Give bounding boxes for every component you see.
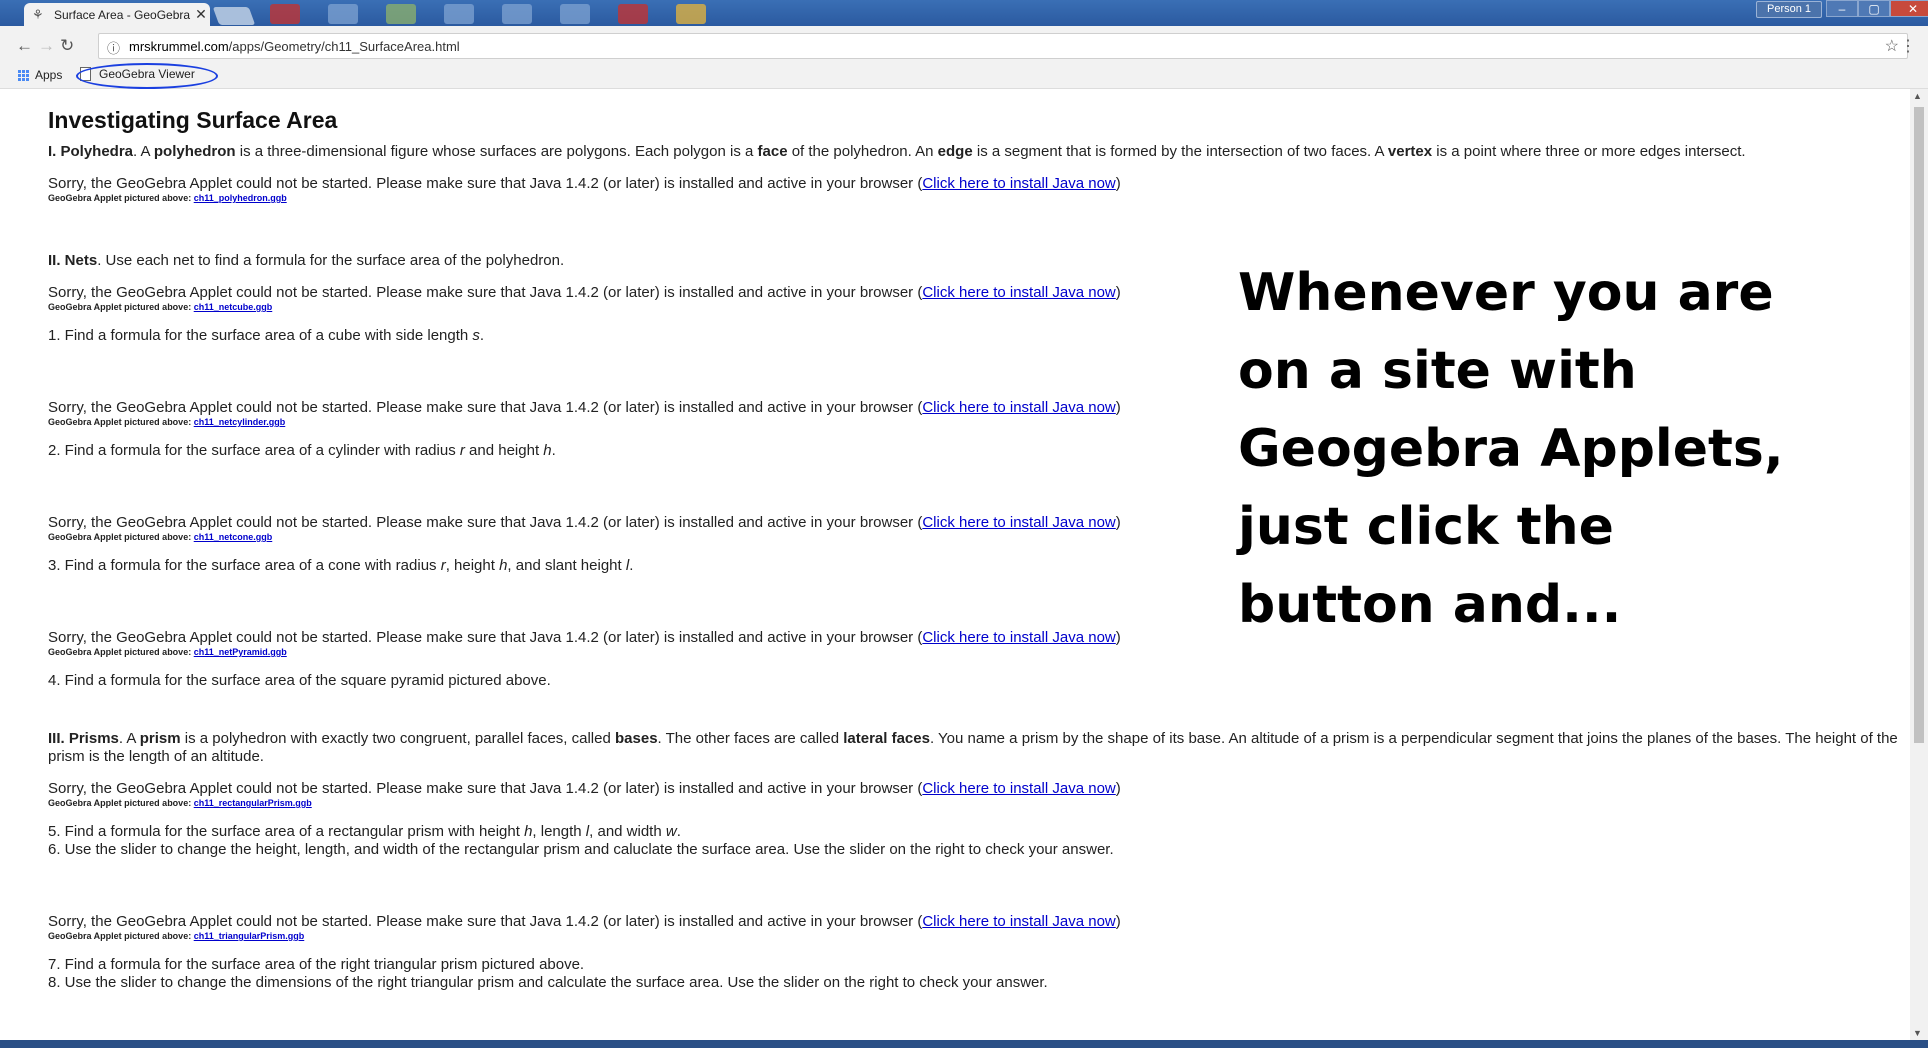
install-java-link[interactable]: Click here to install Java now <box>922 629 1115 646</box>
question-8: 8. Use the slider to change the dimensio… <box>48 974 1048 991</box>
url-path: /apps/Geometry/ch11_SurfaceArea.html <box>228 39 460 54</box>
install-java-link[interactable]: Click here to install Java now <box>922 399 1115 416</box>
app-icon <box>386 4 416 24</box>
scroll-down-icon[interactable]: ▼ <box>1913 1028 1922 1038</box>
app-icon <box>618 4 648 24</box>
ggb-file-link[interactable]: ch11_rectangularPrism.ggb <box>194 798 312 808</box>
ggb-file-link[interactable]: ch11_netcylinder.ggb <box>194 417 286 427</box>
callout-line: button and... <box>1238 575 1622 635</box>
minimize-button[interactable]: – <box>1826 0 1858 17</box>
reload-icon[interactable]: ↻ <box>60 36 74 56</box>
app-icon <box>502 4 532 24</box>
bookmarks-bar: Apps GeoGebra Viewer <box>0 64 1928 89</box>
callout-line: Geogebra Applets, <box>1238 419 1784 479</box>
section-heading: I. Polyhedra <box>48 143 134 160</box>
install-java-link[interactable]: Click here to install Java now <box>922 514 1115 531</box>
profile-button[interactable]: Person 1 <box>1756 1 1822 18</box>
bookmark-apps[interactable]: Apps <box>18 68 62 82</box>
url-text[interactable]: mrskrummel.com/apps/Geometry/ch11_Surfac… <box>129 39 460 54</box>
applet-caption: GeoGebra Applet pictured above: ch11_rec… <box>48 798 312 808</box>
scrollbar-thumb[interactable] <box>1914 107 1924 743</box>
ggb-file-link[interactable]: ch11_netPyramid.ggb <box>194 647 287 657</box>
ggb-file-link[interactable]: ch11_netcube.ggb <box>194 302 273 312</box>
applet-caption: GeoGebra Applet pictured above: ch11_pol… <box>48 193 287 203</box>
app-icon <box>270 4 300 24</box>
question-7: 7. Find a formula for the surface area o… <box>48 956 585 973</box>
callout-line: on a site with <box>1238 341 1637 401</box>
ggb-file-link[interactable]: ch11_triangularPrism.ggb <box>194 931 305 941</box>
callout-line: just click the <box>1238 497 1614 557</box>
question-5: 5. Find a formula for the surface area o… <box>48 823 681 840</box>
window-controls: – ▢ ✕ <box>1826 0 1928 17</box>
ggb-file-link[interactable]: ch11_netcone.ggb <box>194 532 273 542</box>
applet-error-message: Sorry, the GeoGebra Applet could not be … <box>48 175 1121 192</box>
install-java-link[interactable]: Click here to install Java now <box>922 780 1115 797</box>
section-heading: III. Prisms <box>48 730 119 747</box>
apps-label: Apps <box>35 68 63 82</box>
back-icon[interactable]: ← <box>16 36 33 56</box>
browser-menu-icon[interactable]: ⋮ <box>1900 36 1916 56</box>
overlay-callout-text: Whenever you are on a site with Geogebra… <box>1238 254 1798 644</box>
new-tab-button[interactable] <box>212 7 256 25</box>
scroll-up-icon[interactable]: ▲ <box>1913 91 1922 101</box>
browser-tab[interactable]: ⚘ Surface Area - GeoGebra ✕ <box>24 3 210 26</box>
apps-grid-icon <box>18 69 29 81</box>
site-info-icon[interactable]: ⓘ <box>107 38 120 57</box>
app-icon <box>676 4 706 24</box>
close-window-button[interactable]: ✕ <box>1890 0 1928 17</box>
polyhedra-paragraph: I. Polyhedra. A polyhedron is a three-di… <box>48 143 1746 160</box>
applet-caption: GeoGebra Applet pictured above: ch11_tri… <box>48 931 305 941</box>
question-4: 4. Find a formula for the surface area o… <box>48 672 551 689</box>
tab-close-icon[interactable]: ✕ <box>192 6 210 23</box>
app-icon <box>560 4 590 24</box>
bookmark-star-icon[interactable]: ☆ <box>1885 36 1899 56</box>
ggb-file-link[interactable]: ch11_polyhedron.ggb <box>194 193 287 203</box>
geogebra-favicon-icon: ⚘ <box>32 6 44 22</box>
app-icon <box>328 4 358 24</box>
app-icon <box>444 4 474 24</box>
applet-error-message: Sorry, the GeoGebra Applet could not be … <box>48 780 1121 797</box>
callout-line: Whenever you are <box>1238 263 1774 323</box>
section-heading: II. Nets <box>48 252 98 269</box>
address-bar[interactable]: ⓘ mrskrummel.com/apps/Geometry/ch11_Surf… <box>98 33 1908 59</box>
page-title: Investigating Surface Area <box>48 107 338 133</box>
install-java-link[interactable]: Click here to install Java now <box>922 284 1115 301</box>
background-taskbar-icons <box>270 4 706 26</box>
forward-icon[interactable]: → <box>38 36 55 56</box>
tab-title: Surface Area - GeoGebra <box>54 7 191 22</box>
annotation-circle <box>76 63 218 89</box>
applet-caption: GeoGebra Applet pictured above: ch11_net… <box>48 647 287 657</box>
vertical-scrollbar[interactable]: ▲ ▼ <box>1910 89 1928 1040</box>
url-host: mrskrummel.com <box>129 39 229 54</box>
install-java-link[interactable]: Click here to install Java now <box>922 175 1115 192</box>
applet-error-message: Sorry, the GeoGebra Applet could not be … <box>48 913 1121 930</box>
maximize-button[interactable]: ▢ <box>1858 0 1890 17</box>
window-title-bar: ⚘ Surface Area - GeoGebra ✕ Person 1 – ▢… <box>0 0 1928 26</box>
question-6: 6. Use the slider to change the height, … <box>48 841 1114 858</box>
prisms-paragraph: III. Prisms. A prism is a polyhedron wit… <box>48 730 1898 765</box>
windows-taskbar <box>0 1040 1928 1048</box>
install-java-link[interactable]: Click here to install Java now <box>922 913 1115 930</box>
